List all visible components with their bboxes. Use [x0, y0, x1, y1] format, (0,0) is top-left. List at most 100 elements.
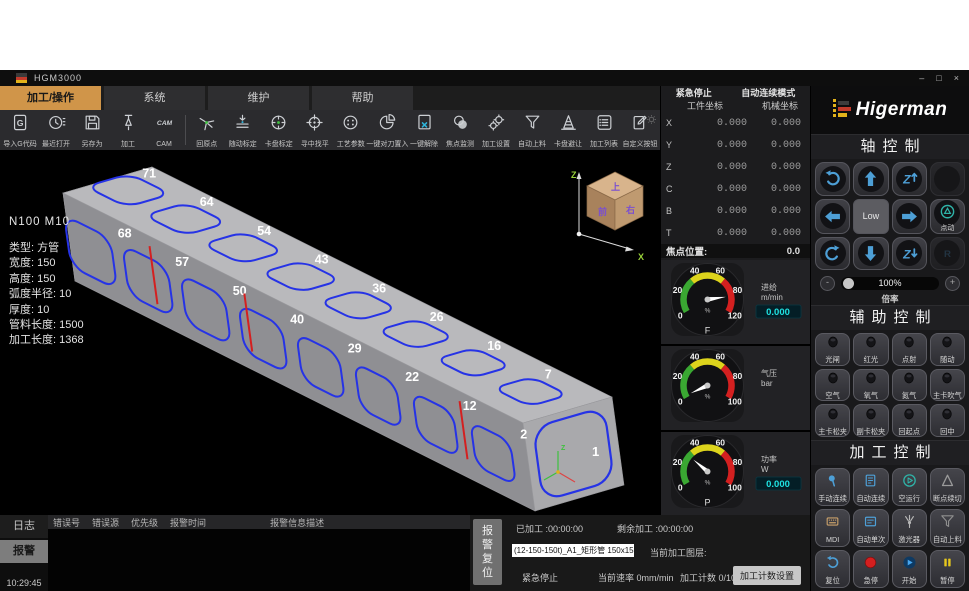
toolbar-cam-button[interactable]: CAMCAM [146, 110, 182, 150]
svg-text:P: P [704, 498, 710, 508]
process-tri-button[interactable]: 断点续切 [930, 468, 965, 506]
aux-button-6[interactable]: 氧气 [853, 369, 888, 402]
process-keyboard-button[interactable]: MDI [815, 509, 850, 547]
override-slider-knob[interactable] [843, 278, 854, 289]
follow-icon [233, 112, 252, 132]
app-window: HGM3000 –□× 加工/操作系统维护帮助 G导入G代码最近打开另存为加工C… [0, 70, 969, 591]
axis-spare-bottom-button: R [930, 237, 965, 271]
toolbar-home-button[interactable]: 回原点 [189, 110, 225, 150]
play-icon [901, 554, 918, 576]
aux-button-4[interactable]: 随动 [930, 333, 965, 366]
work-coord-value: 0.000 [682, 228, 747, 239]
aux-button-12[interactable]: 回中 [930, 404, 965, 437]
menu-tab-3[interactable]: 维护 [208, 86, 309, 110]
toolbar-gcode-button[interactable]: G导入G代码 [2, 110, 38, 150]
aux-button-7[interactable]: 氮气 [892, 369, 927, 402]
axis-x-left-button[interactable] [815, 199, 850, 234]
estop-status-text: 紧急停止 [522, 571, 558, 584]
aux-button-5[interactable]: 空气 [815, 369, 850, 402]
aux-button-8[interactable]: 主卡吹气 [930, 369, 965, 402]
svg-text:前: 前 [598, 206, 607, 217]
process-funnel2-button[interactable]: 自动上料 [930, 509, 965, 547]
aux-button-11[interactable]: 回起点 [892, 404, 927, 437]
toolbar-follow-button[interactable]: 随动标定 [225, 110, 261, 150]
arrow-right-icon [896, 203, 922, 229]
toolbar-gears-button[interactable]: 加工设置 [478, 110, 514, 150]
toolbar-focus-button[interactable]: 焦点监测 [442, 110, 478, 150]
pie-icon [378, 112, 397, 132]
toolbar-release-button[interactable]: 一键解除 [406, 110, 442, 150]
toolbar-torch-button[interactable]: 加工 [110, 110, 146, 150]
app-icon [16, 73, 27, 83]
axis-jog-button[interactable]: 点动 [930, 199, 965, 234]
process-play-ring-button[interactable]: 空运行 [892, 468, 927, 506]
job-file-field[interactable]: (12-150-150t)_A1_矩形管 150x15 [512, 544, 634, 557]
machine-coord-header: 机械坐标 [762, 99, 798, 112]
machine-coord-value: 0.000 [747, 118, 810, 129]
axis-speed-low-button[interactable]: Low [853, 199, 888, 234]
aux-button-2[interactable]: 红光 [853, 333, 888, 366]
aux-button-1[interactable]: 光闸 [815, 333, 850, 366]
bottom-tab-1[interactable]: 日志 [0, 515, 48, 538]
status-header: 紧急停止 自动连续模式 [661, 86, 810, 99]
toolbar-funnel-button[interactable]: 自动上料 [514, 110, 550, 150]
process-stop-dot-button[interactable]: 急停 [853, 550, 888, 588]
override-minus-button[interactable]: - [820, 276, 835, 291]
focus-position-label: 焦点位置: [666, 244, 707, 258]
axis-y-up-button[interactable] [853, 162, 888, 196]
toolbar-center-button[interactable]: 寻中找平 [297, 110, 333, 150]
alarm-reset-button[interactable]: 报警复位 [473, 519, 502, 585]
svg-text:0: 0 [678, 482, 683, 492]
minimize-button[interactable]: – [919, 70, 924, 86]
process-pin-button[interactable]: 手动连续 [815, 468, 850, 506]
process-laser-button[interactable]: 激光器 [892, 509, 927, 547]
menu-tab-4[interactable]: 帮助 [312, 86, 413, 110]
process-play-button[interactable]: 开始 [892, 550, 927, 588]
toolbar-params-button[interactable]: 工艺参数 [333, 110, 369, 150]
override-plus-button[interactable]: + [945, 276, 960, 291]
alarm-table-header: 错误号错误源优先级报警时间报警信息描述 [48, 515, 470, 529]
process-pause-button[interactable]: 暂停 [930, 550, 965, 588]
focus-position-value: 0.0 [787, 246, 800, 257]
close-button[interactable]: × [954, 70, 959, 86]
process-panel2-button[interactable]: 自动单次 [853, 509, 888, 547]
override-slider[interactable]: 100% [841, 277, 939, 290]
maximize-button[interactable]: □ [936, 70, 941, 86]
toolbar-cone-button[interactable]: 卡盘避让 [550, 110, 586, 150]
axis-z-down-button[interactable]: Z [892, 237, 927, 271]
toolbar-recent-button[interactable]: 最近打开 [38, 110, 74, 150]
3d-viewport[interactable]: 7168645754504340362926221612721Z上前右ZX N1… [0, 150, 660, 515]
override-percent: 100% [878, 278, 901, 288]
axis-rotate-cw-button[interactable] [815, 237, 850, 271]
toolbar: G导入G代码最近打开另存为加工CAMCAM回原点随动标定卡盘标定寻中找平工艺参数… [0, 110, 660, 150]
toolbar-save-button[interactable]: 另存为 [74, 110, 110, 150]
toolbar-pie-button[interactable]: 一键对刀置入 [369, 110, 406, 150]
menu-tab-2[interactable]: 系统 [104, 86, 205, 110]
axis-z-up-button[interactable]: Z [892, 162, 927, 196]
bottom-tab-2[interactable]: 报警 [0, 540, 48, 563]
toolbar-gear-icon[interactable] [646, 112, 657, 130]
svg-text:7: 7 [545, 368, 552, 382]
coord-row-c: C0.0000.000 [661, 178, 810, 200]
aux-button-10[interactable]: 副卡松夹 [853, 404, 888, 437]
menu-tab-1[interactable]: 加工/操作 [0, 86, 101, 110]
axis-control-grid: ZLow点动ZR [811, 159, 969, 273]
process-reset-button[interactable]: 复位 [815, 550, 850, 588]
svg-text:64: 64 [200, 195, 214, 209]
axis-x-right-button[interactable] [892, 199, 927, 234]
svg-text:%: % [705, 394, 711, 401]
toolbar-chuck-button[interactable]: 卡盘标定 [261, 110, 297, 150]
z-minus-icon: Z [896, 240, 922, 266]
svg-text:20: 20 [673, 371, 683, 381]
axis-y-down-button[interactable] [853, 237, 888, 271]
stop-dot-icon [862, 554, 879, 576]
count-settings-button[interactable]: 加工计数设置 [733, 566, 801, 585]
process-panel-button[interactable]: 自动连续 [853, 468, 888, 506]
gauge-panel: 020406080120%F进给m/min0.000020406080100%气… [661, 260, 810, 516]
aux-button-9[interactable]: 主卡松夹 [815, 404, 850, 437]
aux-button-3[interactable]: 点射 [892, 333, 927, 366]
arrow-down-icon [858, 240, 884, 266]
axis-rotate-ccw-button[interactable] [815, 162, 850, 196]
toolbar-list-button[interactable]: 加工列表 [586, 110, 622, 150]
gcode-icon: G [11, 112, 30, 132]
